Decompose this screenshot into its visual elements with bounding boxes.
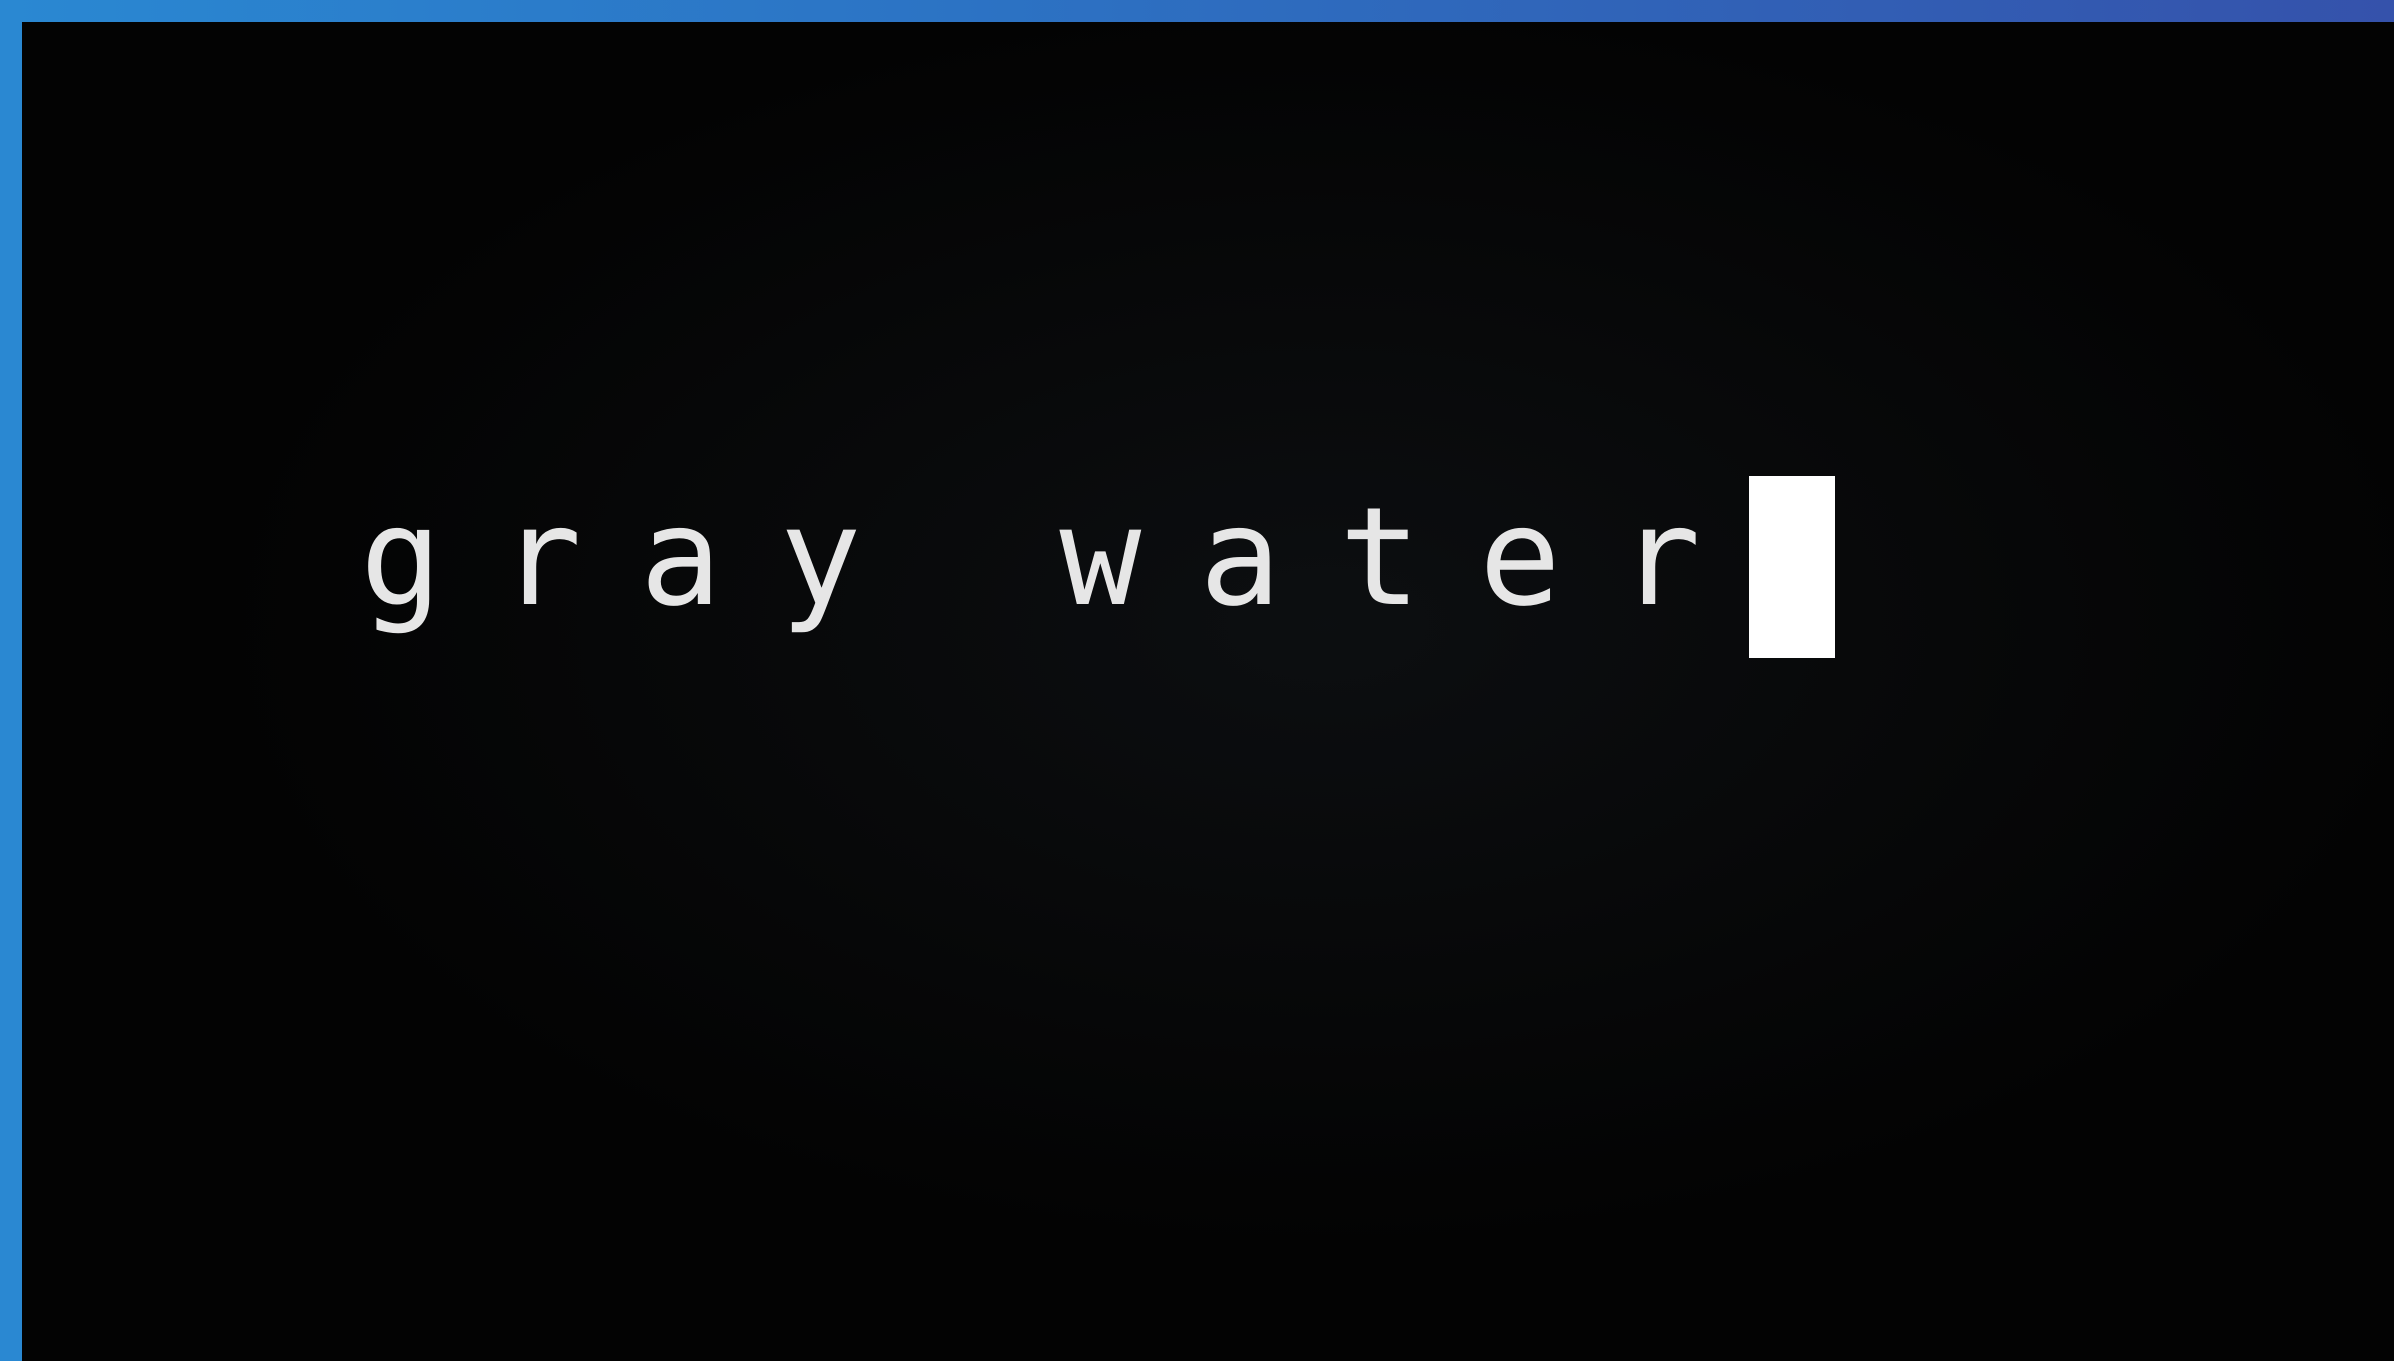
screen-frame: gray water [0, 0, 2394, 1361]
command-line[interactable]: gray water [360, 476, 1835, 658]
terminal-window[interactable]: gray water [22, 22, 2394, 1361]
typed-text: gray water [360, 479, 1759, 637]
text-cursor [1748, 476, 1835, 658]
